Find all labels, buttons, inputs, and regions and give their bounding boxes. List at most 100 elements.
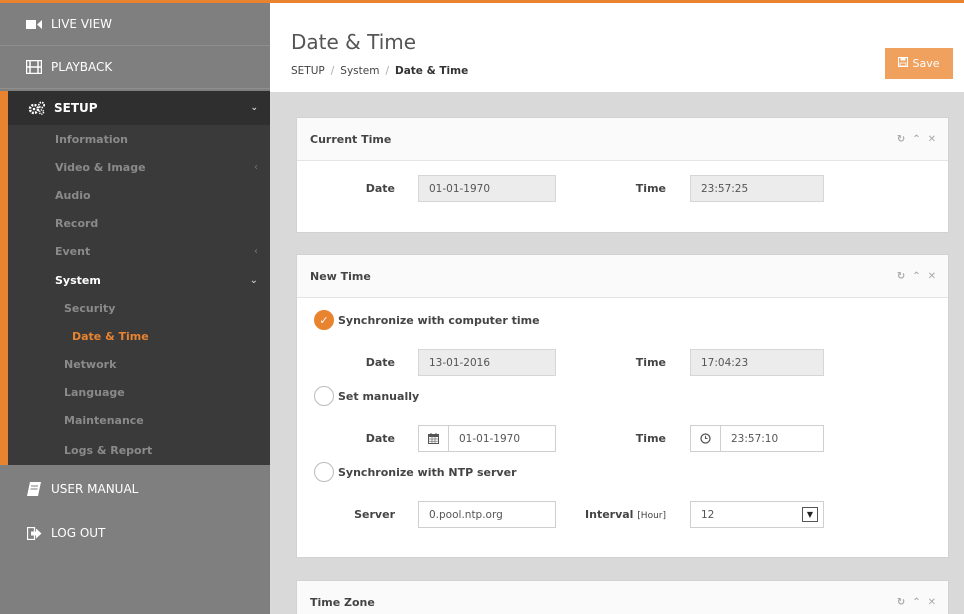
breadcrumb: SETUP / System / Date & Time — [291, 65, 468, 77]
chevron-left-icon: ‹ — [254, 161, 258, 173]
sidebar-item-label: Security — [64, 301, 116, 315]
ntp-interval-unit: [Hour] — [637, 511, 666, 521]
sync-time-row: Time 17:04:23 — [627, 349, 824, 376]
manual-option[interactable]: Set manually — [314, 386, 419, 406]
ntp-server-input[interactable]: 0.pool.ntp.org — [418, 501, 556, 528]
sync-date-field: 13-01-2016 — [418, 349, 556, 376]
sync-date-row: Date 13-01-2016 — [297, 349, 556, 376]
setup-menu: SETUP ⌄ Information Video & Image ‹ Audio… — [0, 91, 270, 466]
chevron-down-icon: ⌄ — [249, 274, 258, 286]
sync-computer-option[interactable]: ✓ Synchronize with computer time — [314, 310, 540, 330]
sidebar-item-record[interactable]: Record — [8, 210, 270, 238]
nav-playback[interactable]: PLAYBACK — [0, 46, 270, 89]
breadcrumb-separator: / — [385, 65, 389, 77]
manual-date-input[interactable]: 01-01-1970 — [418, 425, 556, 452]
clock-icon[interactable] — [691, 426, 721, 451]
sidebar-item-label: Audio — [55, 188, 91, 202]
manual-date-label: Date — [365, 432, 395, 445]
chevron-up-icon[interactable]: ⌃ — [912, 271, 920, 282]
chevron-up-icon[interactable]: ⌃ — [912, 597, 920, 608]
nav-user-manual[interactable]: USER MANUAL — [0, 467, 270, 511]
chevron-down-icon: ⌄ — [250, 103, 258, 113]
save-button[interactable]: Save — [885, 48, 953, 79]
sidebar-item-audio[interactable]: Audio — [8, 181, 270, 209]
sidebar-item-security[interactable]: Security — [8, 294, 270, 322]
video-camera-icon — [25, 19, 43, 30]
current-date-field: 01-01-1970 — [418, 175, 556, 202]
manual-label: Set manually — [338, 389, 420, 403]
sidebar-item-maintenance[interactable]: Maintenance — [8, 407, 270, 435]
sync-time-field: 17:04:23 — [690, 349, 824, 376]
nav-log-out[interactable]: LOG OUT — [0, 511, 270, 555]
breadcrumb-system[interactable]: System — [340, 65, 379, 77]
manual-date-value: 01-01-1970 — [459, 432, 521, 445]
ntp-server-label: Server — [354, 508, 395, 521]
sidebar-item-language[interactable]: Language — [8, 379, 270, 407]
sync-date-label: Date — [365, 356, 395, 369]
ntp-server-row: Server 0.pool.ntp.org — [297, 501, 556, 528]
ntp-radio[interactable] — [314, 462, 334, 482]
current-date-label: Date — [365, 182, 395, 195]
manual-radio[interactable] — [314, 386, 334, 406]
sidebar-item-label: Event — [55, 245, 91, 259]
floppy-disk-icon — [898, 57, 909, 70]
panel-title: New Time — [310, 269, 371, 283]
sync-time-label: Time — [635, 356, 666, 369]
ntp-interval-label: Interval [Hour] — [565, 508, 666, 521]
sidebar-item-label: Maintenance — [64, 414, 144, 428]
sidebar: LIVE VIEW PLAYBACK SETUP ⌄ Information V… — [0, 0, 270, 614]
calendar-icon[interactable] — [419, 426, 449, 451]
sidebar-item-label: Logs & Report — [64, 443, 153, 457]
main-content: Date & Time SETUP / System / Date & Time Sav… — [270, 0, 964, 614]
page-title: Date & Time — [291, 30, 417, 54]
panel-header: Time Zone ↻ ⌃ ✕ — [297, 581, 948, 614]
nav-user-manual-label: USER MANUAL — [51, 482, 139, 497]
current-time-field: 23:57:25 — [690, 175, 824, 202]
panel-header: Current Time ↻ ⌃ ✕ — [297, 118, 948, 161]
ntp-option[interactable]: Synchronize with NTP server — [314, 462, 517, 482]
sidebar-item-label: Date & Time — [72, 329, 149, 343]
refresh-icon[interactable]: ↻ — [897, 271, 905, 282]
current-date-row: Date 01-01-1970 — [297, 175, 556, 202]
manual-time-input[interactable]: 23:57:10 — [690, 425, 824, 452]
sidebar-item-label: Network — [64, 358, 117, 372]
book-icon — [25, 482, 43, 497]
film-icon — [25, 60, 43, 74]
ntp-interval-row: Interval [Hour] 12 ▼ — [565, 501, 824, 528]
sidebar-item-information[interactable]: Information — [8, 125, 270, 153]
ntp-label: Synchronize with NTP server — [338, 465, 517, 479]
sidebar-item-system[interactable]: System ⌄ — [8, 266, 270, 294]
nav-log-out-label: LOG OUT — [51, 526, 106, 541]
refresh-icon[interactable]: ↻ — [897, 134, 905, 145]
sidebar-item-event[interactable]: Event ‹ — [8, 238, 270, 266]
sync-computer-radio[interactable]: ✓ — [314, 310, 334, 330]
sidebar-item-date-time[interactable]: Date & Time — [0, 322, 270, 351]
ntp-interval-select[interactable]: 12 ▼ — [690, 501, 824, 528]
chevron-up-icon[interactable]: ⌃ — [912, 134, 920, 145]
new-time-panel: New Time ↻ ⌃ ✕ ✓ Synchronize with comput… — [296, 254, 949, 558]
current-time-label: Time — [635, 182, 666, 195]
manual-date-row: Date 01-01-1970 — [297, 425, 556, 452]
panel-tools: ↻ ⌃ ✕ — [897, 134, 936, 145]
nav-setup[interactable]: SETUP ⌄ — [8, 91, 270, 125]
breadcrumb-separator: / — [330, 65, 335, 77]
panel-title: Time Zone — [310, 595, 375, 609]
nav-live-view[interactable]: LIVE VIEW — [0, 3, 270, 46]
sidebar-item-network[interactable]: Network — [8, 351, 270, 379]
close-icon[interactable]: ✕ — [928, 271, 936, 282]
current-time-row: Time 23:57:25 — [627, 175, 824, 202]
sync-computer-label: Synchronize with computer time — [338, 313, 540, 327]
panel-header: New Time ↻ ⌃ ✕ — [297, 255, 948, 298]
chevron-down-icon[interactable]: ▼ — [802, 507, 818, 522]
active-indicator — [0, 322, 8, 351]
breadcrumb-setup[interactable]: SETUP — [291, 65, 325, 77]
ntp-interval-value: 12 — [701, 508, 715, 521]
refresh-icon[interactable]: ↻ — [897, 597, 905, 608]
close-icon[interactable]: ✕ — [928, 597, 936, 608]
sidebar-item-video-image[interactable]: Video & Image ‹ — [8, 153, 270, 181]
sidebar-item-label: Information — [55, 132, 128, 146]
manual-time-label: Time — [635, 432, 666, 445]
close-icon[interactable]: ✕ — [928, 134, 936, 145]
sidebar-item-logs-report[interactable]: Logs & Report — [8, 435, 270, 465]
page-header: Date & Time SETUP / System / Date & Time Sav… — [270, 0, 964, 92]
